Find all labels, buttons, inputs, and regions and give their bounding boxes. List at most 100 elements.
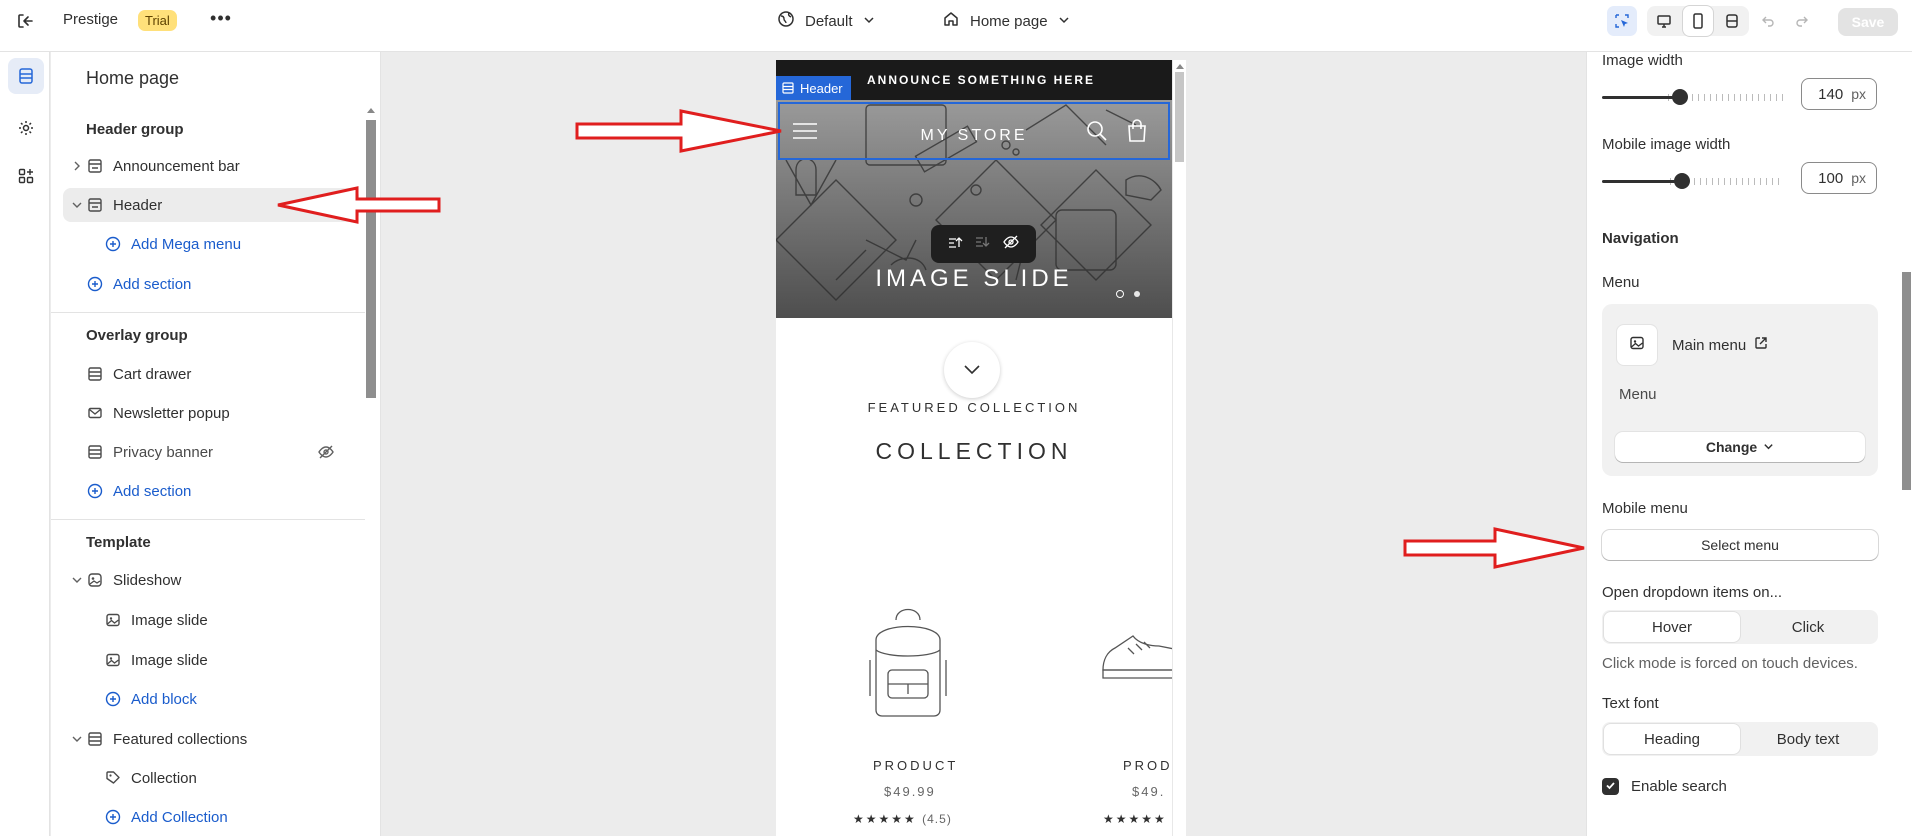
store-preview[interactable]: ANNOUNCE SOMETHING HERE Header MY STORE … [776,60,1172,836]
sidebar-item-featured-collections[interactable]: Featured collections [63,722,359,756]
header-tag-label: Header [800,80,843,96]
menu-label: Menu [1602,274,1640,291]
enable-search-row[interactable]: Enable search [1602,778,1727,795]
desktop-view-icon[interactable] [1649,6,1679,36]
sidebar-item-privacy-banner[interactable]: Privacy banner [63,435,359,469]
featured-collection-title: COLLECTION [875,438,1073,464]
sidebar-item-label: Privacy banner [113,443,214,461]
plus-circle-icon [85,481,105,501]
chevron-right-icon[interactable] [69,161,85,171]
menu-name: Main menu [1672,336,1747,354]
store-logo-text[interactable]: MY STORE [776,127,1172,145]
inspector-icon[interactable] [1607,6,1637,36]
add-collection-label: Add Collection [131,808,228,826]
exit-icon[interactable] [12,9,38,33]
chevron-down-icon [1058,13,1070,30]
slider-knob[interactable] [1672,89,1688,105]
save-button[interactable]: Save [1838,8,1898,36]
sidebar-item-collection[interactable]: Collection [63,761,359,795]
image-icon [103,610,123,630]
redo-icon[interactable] [1787,6,1817,36]
add-collection-button[interactable]: Add Collection [63,800,359,834]
scroll-up-icon[interactable] [367,108,375,113]
chevron-down-icon [963,362,981,379]
click-option[interactable]: Click [1740,612,1876,642]
add-block-button[interactable]: Add block [63,682,359,716]
slide-dots [1116,290,1140,298]
page-selector[interactable]: Home page [942,9,1070,33]
menu-link[interactable]: Main menu [1672,336,1768,354]
enable-search-checkbox[interactable] [1602,778,1619,795]
more-actions-button[interactable]: ••• [208,8,234,32]
scroll-down-button[interactable] [944,342,1000,398]
sidebar-item-image-slide[interactable]: Image slide [63,643,359,677]
sneaker-product-image[interactable] [1098,620,1172,694]
slide-dot[interactable] [1134,291,1140,297]
sidebar-item-slideshow[interactable]: Slideshow [63,563,359,597]
scroll-up-icon[interactable] [1176,64,1184,69]
sidebar-item-announcement-bar[interactable]: Announcement bar [63,149,359,183]
undo-icon[interactable] [1753,6,1783,36]
slider-knob[interactable] [1674,173,1690,189]
add-section-button[interactable]: Add section [63,267,359,301]
sidebar-item-cart-drawer[interactable]: Cart drawer [63,357,359,391]
image-width-input[interactable]: 140 px [1801,78,1877,110]
mobile-menu-label: Mobile menu [1602,500,1688,517]
heading-option[interactable]: Heading [1604,724,1740,754]
image-width-unit: px [1851,86,1866,102]
hover-option[interactable]: Hover [1604,612,1740,642]
plus-circle-icon [103,807,123,827]
add-mega-menu-button[interactable]: Add Mega menu [63,227,359,261]
sections-icon[interactable] [8,58,44,94]
section-icon [85,156,105,176]
move-up-icon[interactable] [947,234,963,254]
fullscreen-view-icon[interactable] [1717,6,1747,36]
enable-search-label: Enable search [1631,778,1727,795]
sidebar-item-newsletter-popup[interactable]: Newsletter popup [63,396,359,430]
mobile-image-width-slider[interactable] [1602,173,1784,189]
theme-name: Prestige [63,11,119,28]
sidebar-item-label: Image slide [131,611,208,629]
trial-badge: Trial [138,10,177,31]
menu-picker-card: Main menu Menu Change [1602,304,1878,476]
gear-icon[interactable] [8,110,44,146]
chevron-down-icon[interactable] [69,734,85,744]
preview-scrollbar[interactable] [1172,60,1186,836]
theme-selector[interactable]: Default [777,9,875,33]
chevron-down-icon[interactable] [69,200,85,210]
slider-fill [1602,96,1680,99]
hidden-eye-icon[interactable] [317,443,335,465]
sidebar-item-label: Image slide [131,651,208,669]
product-name[interactable]: PRODUCT [873,758,958,773]
image-width-label: Image width [1602,52,1683,69]
body-text-option[interactable]: Body text [1740,724,1876,754]
change-menu-button[interactable]: Change [1615,432,1865,462]
mobile-view-icon[interactable] [1683,6,1713,36]
sidebar-scrollbar[interactable] [366,120,376,398]
sidebar-item-image-slide[interactable]: Image slide [63,603,359,637]
product-name[interactable]: PRODU [1123,758,1172,773]
product-price: $49.99 [884,784,936,799]
backpack-product-image[interactable] [856,600,960,724]
hero-title: IMAGE SLIDE [875,265,1073,292]
add-section-button[interactable]: Add section [63,474,359,508]
chevron-down-icon[interactable] [69,575,85,585]
page-selector-label: Home page [970,12,1048,30]
image-width-slider[interactable] [1602,89,1784,105]
home-icon [942,10,960,32]
settings-scrollbar-thumb[interactable] [1902,272,1911,490]
preview-scrollbar-thumb[interactable] [1175,72,1184,162]
block-floating-toolbar [931,225,1036,263]
move-down-icon[interactable] [974,234,990,254]
sidebar-item-label: Header [113,196,163,214]
mobile-image-width-input[interactable]: 100 px [1801,162,1877,194]
hide-eye-icon[interactable] [1002,233,1020,255]
dropdown-hint: Click mode is forced on touch devices. [1602,655,1858,672]
sidebar-item-label: Newsletter popup [113,404,230,422]
sidebar-item-label: Collection [131,769,197,787]
select-menu-button[interactable]: Select menu [1602,530,1878,560]
apps-icon[interactable] [8,158,44,194]
settings-scrollbar[interactable] [1899,52,1912,836]
external-link-icon[interactable] [1754,336,1768,354]
slide-dot-active[interactable] [1116,290,1124,298]
